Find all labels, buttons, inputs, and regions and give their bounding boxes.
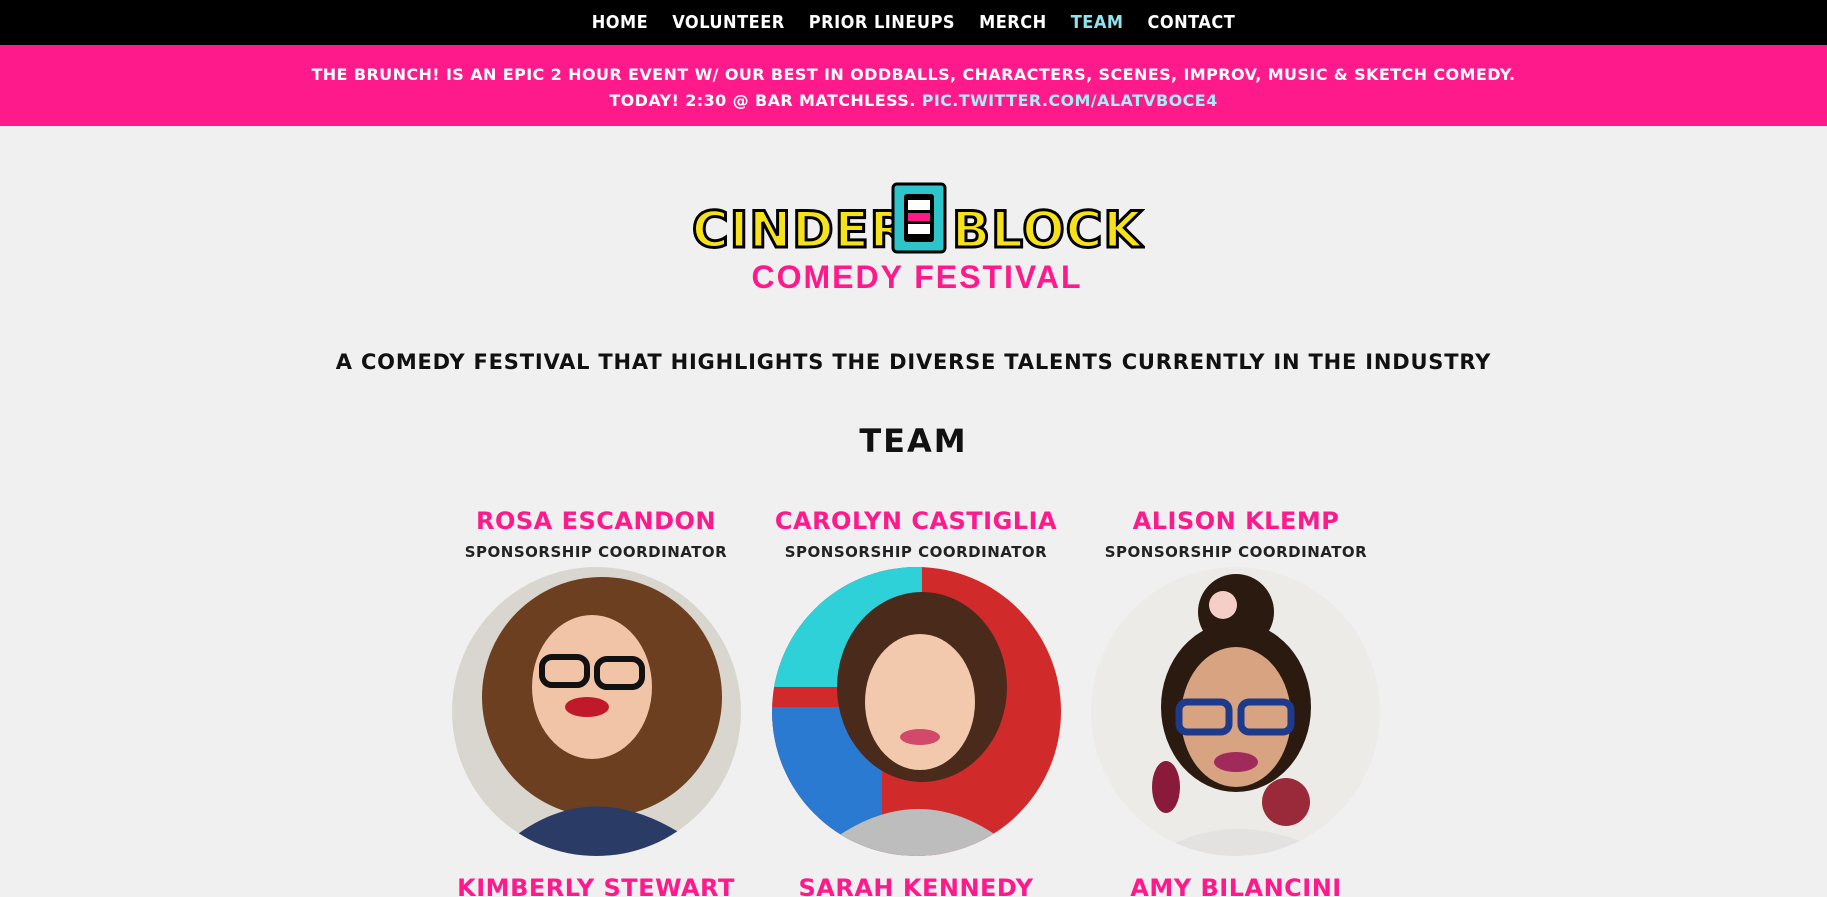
logo-word-left: CINDER bbox=[692, 201, 909, 259]
team-member-card: CAROLYN CASTIGLIA SPONSORSHIP COORDINATO… bbox=[766, 507, 1066, 561]
nav-merch[interactable]: MERCH bbox=[979, 12, 1047, 33]
member-name: KIMBERLY STEWART bbox=[457, 874, 735, 897]
nav-volunteer[interactable]: VOLUNTEER bbox=[672, 12, 785, 33]
team-member-card: SARAH KENNEDY bbox=[766, 874, 1066, 897]
team-heading: TEAM bbox=[859, 422, 968, 460]
team-member-card: ALISON KLEMP SPONSORSHIP COORDINATOR bbox=[1086, 507, 1386, 561]
nav-contact[interactable]: CONTACT bbox=[1147, 12, 1235, 33]
logo-subtitle: COMEDY FESTIVAL bbox=[751, 259, 1082, 295]
member-role: SPONSORSHIP COORDINATOR bbox=[1104, 543, 1368, 561]
member-name: ALISON KLEMP bbox=[1132, 507, 1340, 535]
cinderblock-icon bbox=[891, 182, 947, 254]
team-member-card: ROSA ESCANDON SPONSORSHIP COORDINATOR bbox=[446, 507, 746, 561]
member-name: SARAH KENNEDY bbox=[798, 874, 1034, 897]
team-member-card: AMY BILANCINI bbox=[1086, 874, 1386, 897]
banner-line-2: TODAY! 2:30 @ BAR MATCHLESS. PIC.TWITTER… bbox=[0, 88, 1827, 114]
member-name: CAROLYN CASTIGLIA bbox=[774, 507, 1058, 535]
festival-tagline: A COMEDY FESTIVAL THAT HIGHLIGHTS THE DI… bbox=[335, 350, 1492, 374]
banner-line-2-text: TODAY! 2:30 @ BAR MATCHLESS. bbox=[609, 91, 916, 110]
member-role: SPONSORSHIP COORDINATOR bbox=[464, 543, 728, 561]
member-photo bbox=[452, 567, 741, 856]
banner-twitter-link[interactable]: PIC.TWITTER.COM/ALATVBOCE4 bbox=[922, 91, 1218, 110]
banner-line-1: THE BRUNCH! IS AN EPIC 2 HOUR EVENT W/ O… bbox=[311, 65, 1516, 84]
nav-home[interactable]: HOME bbox=[592, 12, 649, 33]
member-role: SPONSORSHIP COORDINATOR bbox=[784, 543, 1048, 561]
member-photo bbox=[1091, 567, 1380, 856]
nav-prior-lineups[interactable]: PRIOR LINEUPS bbox=[809, 12, 955, 33]
cinderblock-logo[interactable]: CINDER BLOCK COMEDY FESTIVAL bbox=[690, 180, 1145, 298]
nav-team[interactable]: TEAM bbox=[1071, 12, 1124, 33]
member-photo bbox=[772, 567, 1061, 856]
top-navigation: HOME VOLUNTEER PRIOR LINEUPS MERCH TEAM … bbox=[0, 0, 1827, 45]
team-member-card: KIMBERLY STEWART bbox=[446, 874, 746, 897]
member-name: AMY BILANCINI bbox=[1130, 874, 1342, 897]
logo-word-right: BLOCK bbox=[952, 201, 1144, 259]
member-name: ROSA ESCANDON bbox=[476, 507, 716, 535]
announcement-banner: THE BRUNCH! IS AN EPIC 2 HOUR EVENT W/ O… bbox=[0, 45, 1827, 126]
